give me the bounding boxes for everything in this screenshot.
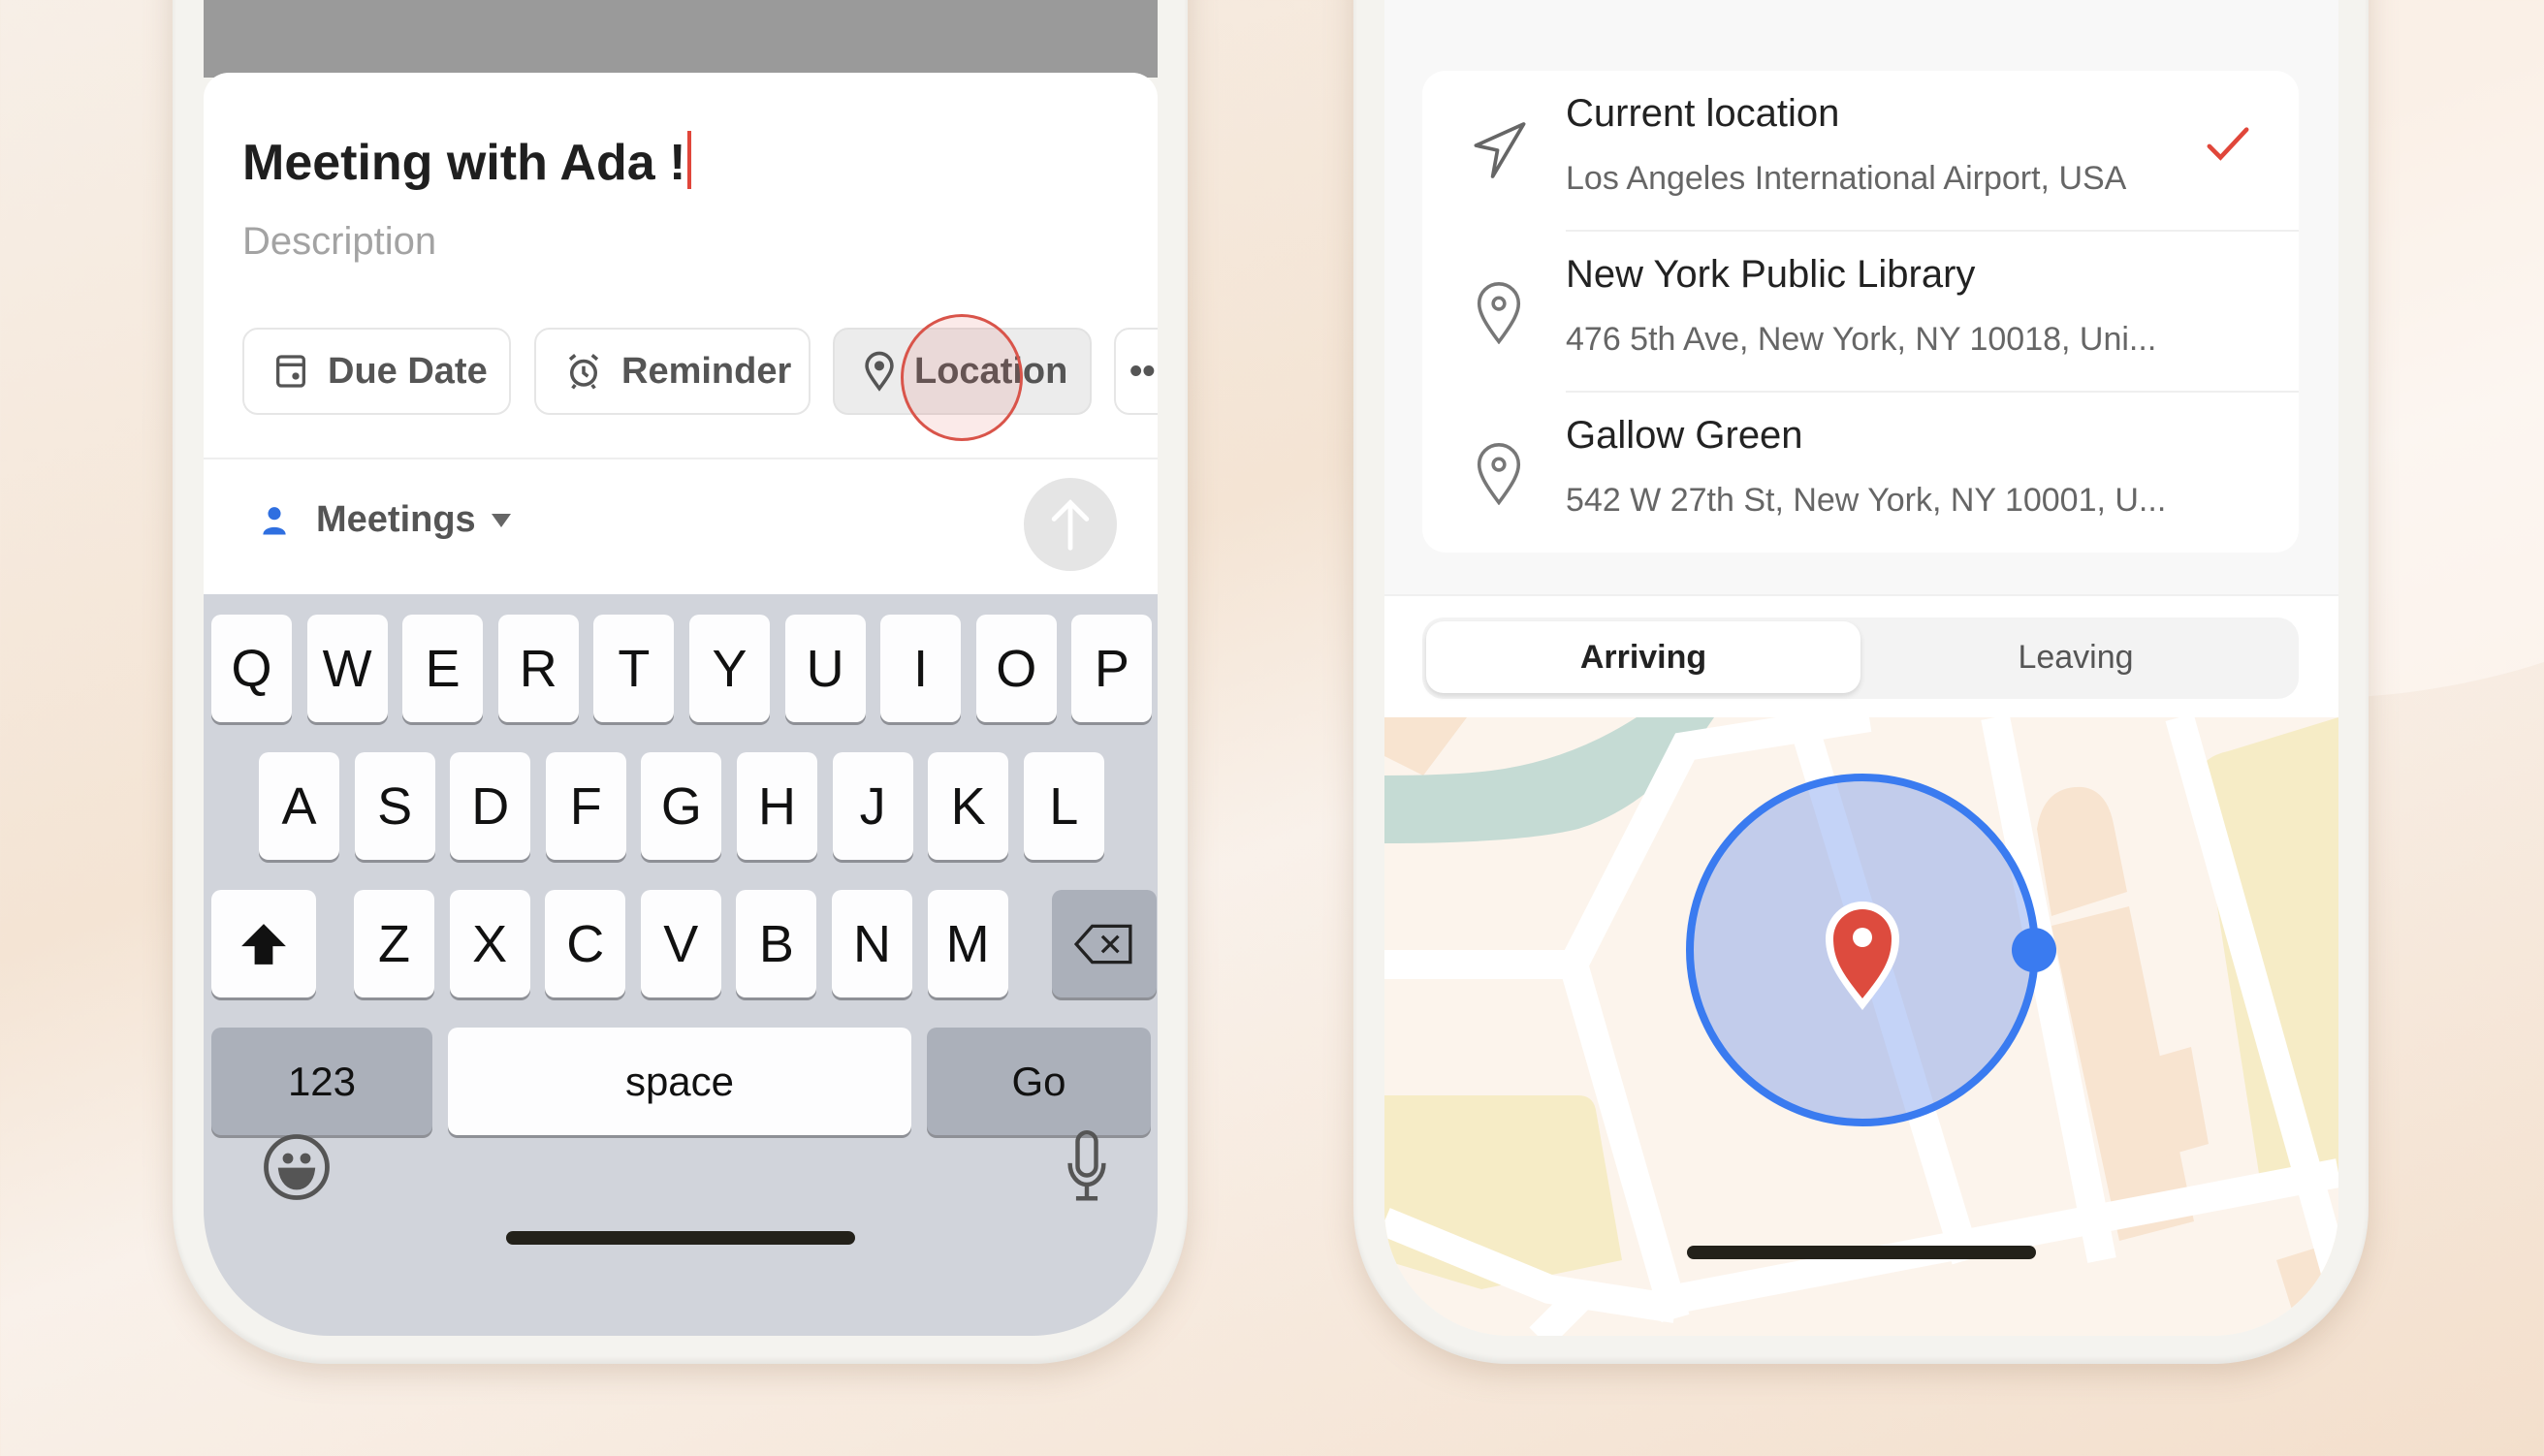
key-e[interactable]: E [402, 615, 484, 722]
more-icon: •• [1129, 350, 1156, 392]
trigger-section: Arriving Leaving [1384, 594, 2338, 722]
backspace-icon [1074, 924, 1132, 964]
on-screen-keyboard: QWERTYUIOP ASDFGHJKL ZXCVBNM 123 space G… [204, 594, 1158, 1336]
phone-location-picker: Current location Los Angeles Internation… [1353, 0, 2369, 1364]
key-r[interactable]: R [497, 615, 579, 722]
key-g[interactable]: G [641, 752, 722, 860]
person-icon [263, 506, 286, 535]
calendar-icon [276, 355, 305, 388]
map-view[interactable] [1384, 703, 2338, 1336]
key-b[interactable]: B [736, 890, 817, 997]
more-options-button[interactable]: •• [1114, 328, 1158, 415]
location-pin-icon [1477, 443, 1521, 505]
key-v[interactable]: V [640, 890, 721, 997]
phone-task-editor: Meeting with Ada ! Description Due Date … [173, 0, 1188, 1364]
location-pin-icon [865, 351, 894, 392]
microphone-button[interactable] [1065, 1129, 1109, 1208]
leaving-tab[interactable]: Leaving [1859, 621, 2293, 693]
key-w[interactable]: W [306, 615, 388, 722]
home-indicator [506, 1231, 855, 1245]
key-m[interactable]: M [927, 890, 1008, 997]
arrive-leave-segmented-control: Arriving Leaving [1422, 617, 2299, 699]
screen-task-editor: Meeting with Ada ! Description Due Date … [204, 0, 1158, 1336]
dimmed-backdrop [204, 0, 1158, 78]
due-date-label: Due Date [328, 350, 488, 392]
location-list: Current location Los Angeles Internation… [1422, 71, 2299, 553]
delete-key[interactable] [1052, 890, 1157, 997]
key-z[interactable]: Z [354, 890, 434, 997]
key-y[interactable]: Y [689, 615, 770, 722]
task-title-input[interactable]: Meeting with Ada ! [242, 131, 692, 192]
navigation-arrow-icon [1474, 122, 1526, 178]
key-f[interactable]: F [545, 752, 626, 860]
key-t[interactable]: T [593, 615, 675, 722]
key-s[interactable]: S [354, 752, 435, 860]
screen-location-picker: Current location Los Angeles Internation… [1384, 0, 2338, 1336]
key-x[interactable]: X [449, 890, 530, 997]
send-button[interactable] [1024, 478, 1117, 571]
location-title: Gallow Green [1566, 414, 1803, 457]
alarm-clock-icon [568, 354, 599, 390]
task-editor-sheet: Meeting with Ada ! Description Due Date … [204, 73, 1158, 596]
task-title-text: Meeting with Ada ! [242, 135, 686, 191]
location-subtitle: Los Angeles International Airport, USA [1566, 160, 2127, 197]
location-pin-icon [1477, 282, 1521, 344]
key-a[interactable]: A [259, 752, 339, 860]
due-date-button[interactable]: Due Date [242, 328, 511, 415]
location-subtitle: 542 W 27th St, New York, NY 10001, U... [1566, 482, 2167, 519]
shift-icon [241, 923, 286, 965]
key-p[interactable]: P [1071, 615, 1153, 722]
go-key[interactable]: Go [927, 1028, 1151, 1135]
key-d[interactable]: D [450, 752, 531, 860]
location-item-gallow-green[interactable]: Gallow Green 542 W 27th St, New York, NY… [1422, 393, 2299, 554]
key-q[interactable]: Q [211, 615, 292, 722]
location-item-nypl[interactable]: New York Public Library 476 5th Ave, New… [1422, 232, 2299, 393]
shift-key[interactable] [211, 890, 316, 997]
emoji-button[interactable] [262, 1132, 332, 1207]
arrow-up-icon [1051, 499, 1090, 551]
project-label: Meetings [316, 499, 476, 540]
reminder-button[interactable]: Reminder [534, 328, 811, 415]
divider [204, 458, 1158, 459]
checkmark-icon [2207, 127, 2249, 161]
location-subtitle: 476 5th Ave, New York, NY 10018, Uni... [1566, 321, 2157, 358]
location-item-current[interactable]: Current location Los Angeles Internation… [1422, 71, 2299, 232]
key-l[interactable]: L [1023, 752, 1104, 860]
geofence-overlay [1686, 774, 2056, 1126]
key-k[interactable]: K [928, 752, 1009, 860]
key-j[interactable]: J [832, 752, 913, 860]
key-h[interactable]: H [737, 752, 817, 860]
project-selector[interactable]: Meetings [260, 499, 511, 541]
key-o[interactable]: O [975, 615, 1057, 722]
key-n[interactable]: N [832, 890, 912, 997]
location-title: Current location [1566, 92, 1840, 135]
tap-indicator [901, 314, 1023, 441]
description-input[interactable]: Description [242, 220, 436, 264]
dropdown-caret-icon [491, 513, 511, 527]
task-option-chips: Due Date Reminder Location •• [242, 314, 1158, 441]
location-title: New York Public Library [1566, 253, 1976, 296]
microphone-icon [1067, 1129, 1106, 1201]
space-key[interactable]: space [448, 1028, 911, 1135]
emoji-icon [264, 1134, 330, 1200]
key-u[interactable]: U [784, 615, 866, 722]
numbers-key[interactable]: 123 [211, 1028, 432, 1135]
key-i[interactable]: I [880, 615, 962, 722]
arriving-tab[interactable]: Arriving [1426, 621, 1860, 693]
reminder-label: Reminder [621, 350, 792, 392]
text-caret [687, 131, 692, 189]
key-c[interactable]: C [545, 890, 626, 997]
home-indicator [1687, 1246, 2036, 1259]
geofence-resize-handle[interactable] [2012, 928, 2056, 972]
